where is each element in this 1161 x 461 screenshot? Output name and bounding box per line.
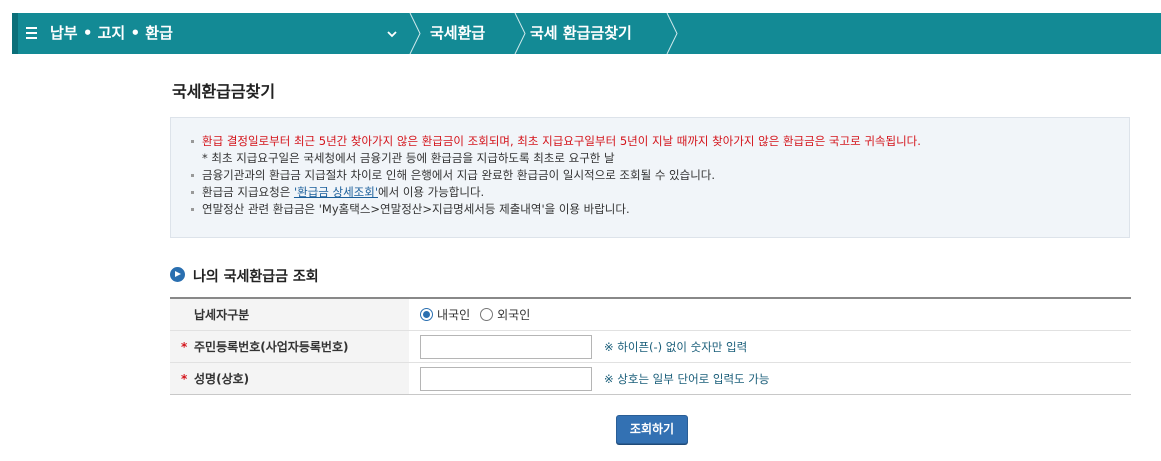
bullet-icon (191, 174, 194, 177)
radio-domestic[interactable] (420, 308, 433, 321)
name-hint: ※ 상호는 일부 단어로 입력도 가능 (604, 371, 770, 386)
top-nav-bar: 납부 • 고지 • 환급 국세환급 국세 환급금찾기 (12, 13, 1161, 54)
notice-item: 연말정산 관련 환급금은 'My홈택스>연말정산>지급명세서등 제출내역'을 이… (189, 201, 1129, 218)
bullet-icon (191, 191, 194, 194)
breadcrumb-refund[interactable]: 국세환급 (430, 13, 485, 54)
name-label: 성명(상호) (194, 372, 250, 386)
id-number-input[interactable] (420, 334, 592, 359)
arrow-circle-icon (170, 267, 185, 282)
name-input[interactable] (420, 366, 592, 391)
refund-search-form: 납세자구분 내국인 외국인 * 주민등록번호(사업자등록번호) ※ 하이픈(-)… (170, 297, 1131, 395)
notice-box: 환급 결정일로부터 최근 5년간 찾아가지 않은 환급금이 조회되며, 최초 지… (170, 117, 1130, 238)
breadcrumb-separator-icon (514, 13, 526, 54)
breadcrumb-refund-find[interactable]: 국세 환급금찾기 (530, 13, 632, 54)
breadcrumb-separator-icon (409, 13, 421, 54)
name-label-cell: * 성명(상호) (170, 363, 409, 394)
id-number-hint: ※ 하이픈(-) 없이 숫자만 입력 (604, 339, 748, 354)
radio-foreign[interactable] (480, 308, 494, 321)
bullet-icon (191, 140, 194, 143)
id-number-label: 주민등록번호(사업자등록번호) (194, 340, 349, 354)
radio-foreign-label[interactable]: 외국인 (497, 306, 530, 323)
id-number-label-cell: * 주민등록번호(사업자등록번호) (170, 331, 409, 362)
form-row-name: * 성명(상호) ※ 상호는 일부 단어로 입력도 가능 (170, 363, 1131, 395)
refund-detail-link[interactable]: '환급금 상세조회' (294, 185, 378, 199)
chevron-down-icon[interactable] (387, 29, 397, 39)
notice-subnote: * 최초 지급요구일은 국세청에서 금융기관 등에 환급금을 지급하도록 최초로… (202, 151, 615, 165)
notice-item: 환급금 지급요청은 '환급금 상세조회'에서 이용 가능합니다. (189, 184, 1129, 201)
taxpayer-type-label: 납세자구분 (170, 299, 409, 330)
nav-accent-strip (12, 13, 18, 54)
notice-item: 금융기관과의 환급금 지급절차 차이로 인해 은행에서 지급 완료한 환급금이 … (189, 167, 1129, 184)
required-mark: * (181, 372, 188, 386)
nav-menu-main[interactable]: 납부 • 고지 • 환급 (50, 13, 173, 54)
notice-item: 환급 결정일로부터 최근 5년간 찾아가지 않은 환급금이 조회되며, 최초 지… (189, 133, 1129, 150)
radio-domestic-label[interactable]: 내국인 (437, 306, 470, 323)
breadcrumb-separator-icon (666, 13, 678, 54)
search-button[interactable]: 조회하기 (616, 415, 688, 444)
required-mark: * (181, 340, 188, 354)
bullet-icon (191, 208, 194, 211)
form-row-id-number: * 주민등록번호(사업자등록번호) ※ 하이픈(-) 없이 숫자만 입력 (170, 331, 1131, 363)
menu-icon[interactable] (26, 24, 38, 42)
page-title: 국세환급금찾기 (172, 82, 276, 101)
section-title: 나의 국세환급금 조회 (193, 269, 319, 285)
form-row-taxpayer-type: 납세자구분 내국인 외국인 (170, 299, 1131, 331)
